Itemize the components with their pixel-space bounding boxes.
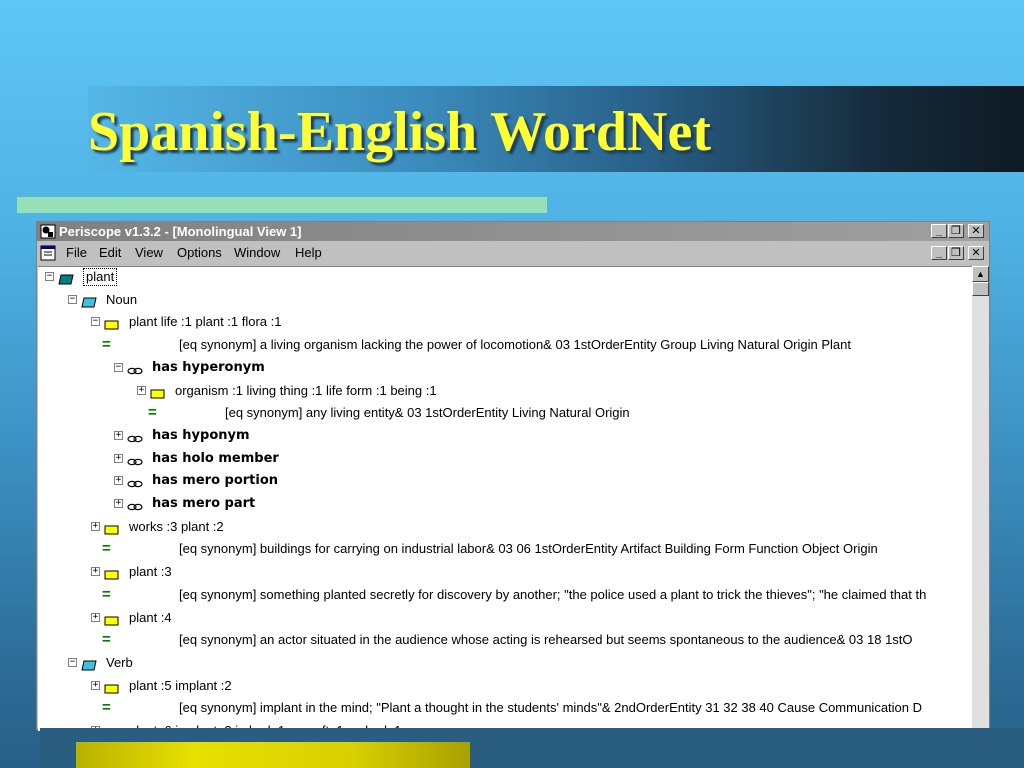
synset-icon: [104, 680, 119, 700]
menu-view[interactable]: View: [135, 242, 163, 264]
synset-icon: [104, 316, 119, 336]
node-label[interactable]: plant :3: [129, 562, 172, 582]
window-title: Periscope v1.3.2 - [Monolingual View 1]: [59, 224, 302, 239]
menubar: File Edit View Options Window Help _ ❐ ✕: [37, 242, 989, 264]
node-label[interactable]: plant life :1 plant :1 flora :1: [129, 312, 281, 332]
root-icon: [58, 271, 74, 291]
synset-icon: [104, 566, 119, 586]
document-icon[interactable]: [40, 245, 56, 261]
collapse-icon[interactable]: −: [114, 362, 123, 372]
scroll-thumb[interactable]: [972, 282, 989, 296]
relation-label[interactable]: has holo member: [152, 449, 279, 469]
relation-icon: [127, 475, 143, 495]
minimize-button[interactable]: _: [931, 224, 947, 238]
synset-icon: [150, 385, 165, 405]
node-label[interactable]: plant :4: [129, 608, 172, 628]
eq-synonym-text: [eq synonym] buildings for carrying on i…: [179, 541, 878, 557]
vertical-scrollbar[interactable]: ▲: [972, 266, 989, 730]
decorative-green-bar: [17, 197, 547, 213]
decorative-yellow-bar: [76, 742, 470, 768]
collapse-icon[interactable]: −: [68, 657, 77, 667]
collapse-icon[interactable]: −: [45, 272, 54, 281]
periscope-window: Periscope v1.3.2 - [Monolingual View 1] …: [36, 221, 990, 731]
menu-edit[interactable]: Edit: [99, 242, 121, 264]
expand-icon[interactable]: +: [91, 680, 100, 690]
equivalence-icon: =: [102, 699, 111, 717]
eq-synonym-text: [eq synonym] implant in the mind; "Plant…: [179, 700, 923, 716]
node-label[interactable]: works :3 plant :2: [129, 517, 224, 537]
node-label[interactable]: plant: [83, 268, 118, 286]
slide-title: Spanish-English WordNet: [88, 101, 711, 163]
equivalence-icon: =: [148, 404, 157, 422]
equivalence-icon: =: [102, 585, 111, 603]
category-icon: [81, 294, 97, 314]
expand-icon[interactable]: +: [114, 476, 123, 486]
restore-button[interactable]: ❐: [948, 224, 964, 238]
expand-icon[interactable]: +: [137, 385, 146, 395]
node-label[interactable]: plant :5 implant :2: [129, 676, 232, 696]
menu-file[interactable]: File: [66, 242, 87, 264]
relation-icon: [127, 430, 143, 450]
menu-options[interactable]: Options: [177, 242, 222, 264]
menu-window[interactable]: Window: [234, 242, 280, 264]
node-label[interactable]: organism :1 living thing :1 life form :1…: [175, 381, 437, 401]
scroll-up-arrow[interactable]: ▲: [972, 266, 989, 282]
child-minimize-button[interactable]: _: [931, 246, 947, 260]
equivalence-icon: =: [102, 631, 111, 649]
relation-label[interactable]: has mero part: [152, 494, 255, 514]
expand-icon[interactable]: +: [114, 453, 123, 463]
expand-icon[interactable]: +: [91, 521, 100, 531]
child-restore-button[interactable]: ❐: [948, 246, 964, 260]
collapse-icon[interactable]: −: [91, 317, 100, 327]
window-titlebar[interactable]: Periscope v1.3.2 - [Monolingual View 1] …: [37, 222, 989, 241]
synset-icon: [104, 521, 119, 541]
synset-icon: [104, 612, 119, 632]
relation-icon: [127, 362, 143, 382]
menu-help[interactable]: Help: [295, 242, 322, 264]
category-icon: [81, 657, 97, 677]
expand-icon[interactable]: +: [114, 499, 123, 508]
close-button[interactable]: ✕: [968, 224, 984, 238]
eq-synonym-text: [eq synonym] a living organism lacking t…: [179, 337, 851, 353]
relation-label[interactable]: has hyperonym: [152, 358, 265, 378]
equivalence-icon: =: [102, 540, 111, 558]
child-close-button[interactable]: ✕: [968, 246, 984, 260]
relation-label[interactable]: has hyponym: [152, 426, 250, 446]
eq-synonym-text: [eq synonym] any living entity& 03 1stOr…: [225, 405, 630, 421]
periscope-app-icon[interactable]: [40, 224, 56, 239]
expand-icon[interactable]: +: [114, 430, 123, 440]
node-label[interactable]: Verb: [106, 653, 133, 673]
relation-icon: [127, 498, 143, 518]
eq-synonym-text: [eq synonym] something planted secretly …: [179, 586, 927, 602]
relation-icon: [127, 453, 143, 473]
expand-icon[interactable]: +: [91, 612, 100, 622]
equivalence-icon: =: [102, 336, 111, 354]
tree-view[interactable]: − plant − Noun − plant life :1 plant :1 flora…: [38, 266, 972, 731]
node-label[interactable]: Noun: [106, 290, 137, 310]
collapse-icon[interactable]: −: [68, 294, 77, 304]
relation-label[interactable]: has mero portion: [152, 471, 278, 491]
eq-synonym-text: [eq synonym] an actor situated in the au…: [179, 632, 913, 648]
expand-icon[interactable]: +: [91, 567, 100, 577]
